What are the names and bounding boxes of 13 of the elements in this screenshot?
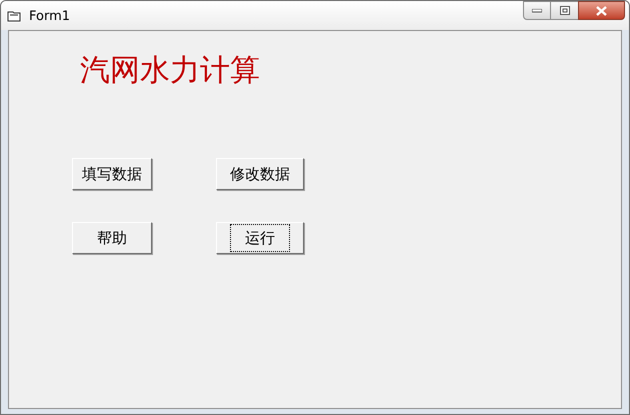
- form-heading: 汽网水力计算: [80, 52, 261, 90]
- form-button[interactable]: 修改数据: [216, 158, 304, 190]
- restore-icon: [560, 6, 570, 15]
- close-icon: [596, 6, 607, 16]
- form-button[interactable]: 帮助: [72, 222, 152, 254]
- form-button[interactable]: 运行: [216, 222, 304, 254]
- window-title: Form1: [29, 8, 70, 26]
- maximize-button[interactable]: [551, 1, 578, 20]
- minimize-icon: [532, 8, 542, 12]
- minimize-button[interactable]: [523, 1, 551, 20]
- form-button[interactable]: 填写数据: [72, 158, 152, 190]
- close-button[interactable]: [578, 1, 625, 20]
- window-icon: [7, 10, 21, 22]
